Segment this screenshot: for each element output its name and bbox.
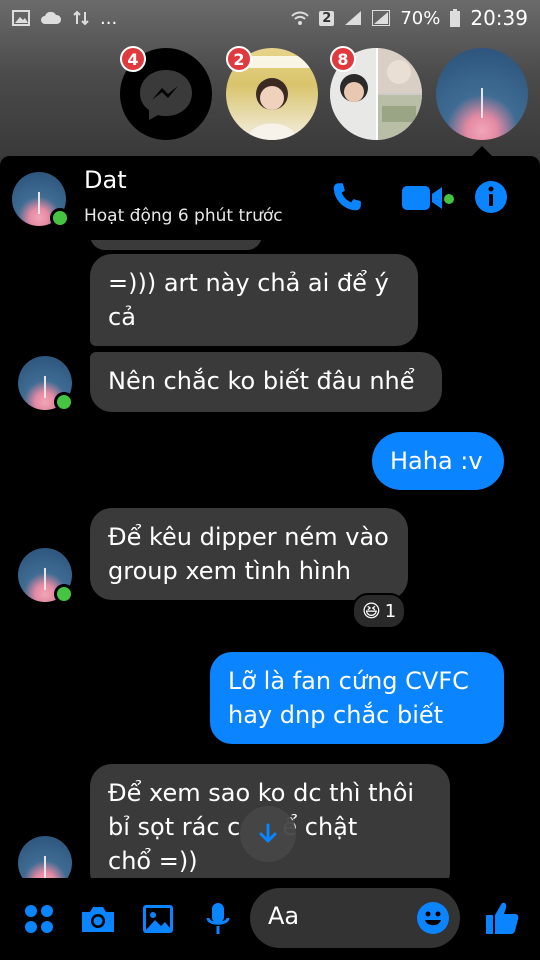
message-input[interactable]: Aa: [250, 888, 460, 948]
status-right: 2 70% 20:39: [291, 6, 528, 30]
video-online-dot: [444, 194, 454, 204]
avatar-rocket: [44, 376, 46, 398]
more-notifications: ...: [100, 7, 118, 29]
status-bar: ... 2 70% 20:39: [0, 0, 540, 36]
online-indicator: [50, 208, 70, 228]
chat-heads-bar: 4 2 8: [0, 46, 540, 146]
more-actions-icon[interactable]: [24, 904, 54, 934]
battery-percent: 70%: [400, 7, 441, 29]
message-line: Để xem sao ko dc thì thôi: [108, 779, 415, 807]
badge-contact-3: 8: [330, 46, 356, 72]
clock: 20:39: [470, 6, 528, 30]
message-line: Lỡ là fan cứng CVFC: [228, 667, 469, 695]
message-line: group xem tình hình: [108, 557, 351, 585]
laugh-emoji-icon: 😆: [362, 600, 381, 622]
data-transfer-icon: [73, 10, 89, 26]
signal-icon-2: [372, 10, 391, 26]
cloud-icon: [41, 11, 62, 24]
badge-messenger: 4: [120, 46, 146, 72]
rocket-mark: [481, 88, 483, 118]
message-line: cả: [108, 303, 136, 331]
avatar-rocket: [38, 192, 40, 214]
signal-icon: [345, 11, 362, 25]
message-line: Nên chắc ko biết đâu nhể: [108, 367, 415, 395]
phone-call-icon[interactable]: [330, 180, 364, 214]
message-line: Để kêu dipper ném vào: [108, 523, 389, 551]
chat-header: Dat Hoạt động 6 phút trước: [0, 156, 540, 240]
message-line: Haha :v: [390, 447, 483, 475]
chat-panel: Dat Hoạt động 6 phút trước =))) art này …: [0, 156, 540, 960]
message-line: hay dnp chắc biết: [228, 701, 444, 729]
wifi-icon: [291, 11, 310, 25]
message-bubble-sent[interactable]: Haha :v: [372, 432, 504, 490]
reaction-count: 1: [384, 600, 397, 622]
active-head-pointer: [472, 146, 492, 156]
avatar-rocket: [44, 568, 46, 590]
sim-indicator: 2: [319, 10, 335, 26]
microphone-icon[interactable]: [206, 902, 230, 936]
scroll-to-bottom-button[interactable]: [240, 806, 296, 862]
online-indicator: [54, 392, 74, 412]
message-input-placeholder: Aa: [268, 902, 300, 930]
emoji-icon[interactable]: [416, 901, 450, 935]
contact-name[interactable]: Dat: [84, 166, 127, 194]
status-left: ...: [12, 8, 117, 29]
camera-icon[interactable]: [80, 904, 116, 934]
message-line: =))) art này chả ai để ý: [108, 269, 389, 297]
message-reaction[interactable]: 😆 1: [352, 593, 407, 629]
online-indicator: [54, 584, 74, 604]
message-bubble-sent[interactable]: Lỡ là fan cứng CVFC hay dnp chắc biết: [210, 652, 504, 744]
message-bubble[interactable]: Nên chắc ko biết đâu nhể: [90, 352, 442, 412]
gallery-icon[interactable]: [142, 904, 174, 934]
arrow-down-icon: [259, 823, 277, 843]
thumbs-up-icon[interactable]: [484, 900, 520, 936]
message-bubble[interactable]: Để kêu dipper ném vào group xem tình hìn…: [90, 508, 408, 600]
badge-contact-2: 2: [226, 46, 252, 72]
video-call-icon[interactable]: [402, 184, 446, 212]
avatar-rocket: [44, 856, 46, 878]
info-icon[interactable]: [474, 180, 508, 214]
message-bubble[interactable]: =))) art này chả ai để ý cả: [90, 254, 418, 346]
gallery-notification-icon: [12, 10, 30, 26]
chat-head-dat[interactable]: [436, 48, 528, 140]
battery-icon: [450, 9, 461, 27]
activity-status: Hoạt động 6 phút trước: [84, 206, 283, 226]
message-composer: Aa: [0, 878, 540, 960]
